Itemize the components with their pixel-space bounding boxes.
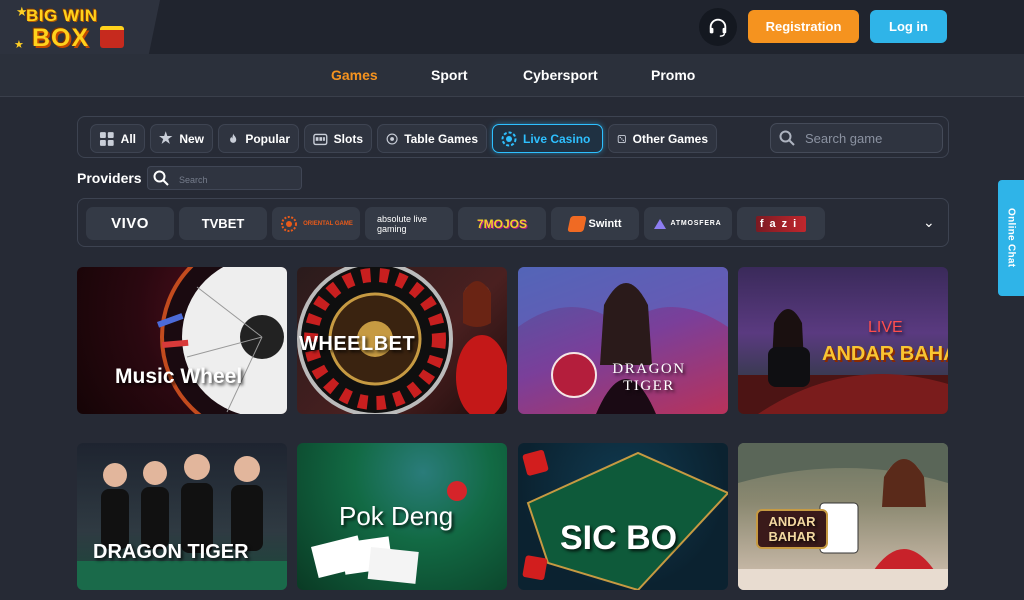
star-icon: ★: [159, 129, 173, 147]
gift-box-icon: [100, 26, 124, 48]
provider-tvbet-logo: TVBET: [201, 216, 245, 231]
swintt-logo-icon: [566, 215, 587, 232]
search-icon: [779, 130, 795, 146]
provider-fazi[interactable]: fazi: [737, 207, 825, 240]
star-icon: ★: [14, 39, 24, 51]
headset-icon: [709, 18, 727, 37]
online-chat-tab[interactable]: Online Chat: [998, 180, 1024, 296]
music-wheel-art: [157, 267, 287, 414]
game-tile-pok-deng[interactable]: Pok Deng: [297, 443, 507, 590]
category-label: Table Games: [404, 131, 478, 146]
site-logo[interactable]: ★ ★ BIG WIN BOX: [14, 4, 130, 56]
nav-sport[interactable]: Sport: [431, 67, 468, 83]
game-tile-wheelbet[interactable]: WHEELBET: [297, 267, 507, 414]
dragon-tiger-dealers-art: [77, 454, 287, 590]
category-table-games[interactable]: Table Games: [377, 124, 487, 153]
game-tile-music-wheel[interactable]: Music Wheel: [77, 267, 287, 414]
game-tile-dragon-tiger-2[interactable]: DRAGON TIGER: [77, 443, 287, 590]
search-game-input[interactable]: [805, 130, 925, 146]
category-label: Slots: [333, 131, 363, 146]
provider-fazi-logo: fazi: [755, 215, 807, 232]
provider-swintt-logo: Swintt: [588, 217, 622, 230]
game-title: ANDAR BAHAR: [822, 343, 948, 365]
game-title: Pok Deng: [339, 501, 454, 531]
game-title: ANDAR BAHAR: [756, 509, 828, 549]
category-label: Other Games: [632, 131, 708, 146]
atmosfera-logo-icon: [654, 218, 667, 229]
category-label: Popular: [245, 131, 290, 146]
live-chip-icon: [501, 131, 517, 146]
category-popular[interactable]: Popular: [218, 124, 299, 153]
game-tile-andar-bahar-live[interactable]: LIVE ANDAR BAHAR: [738, 267, 948, 414]
game-tile-andar-bahar-2[interactable]: ANDAR BAHAR: [738, 443, 948, 590]
provider-search-box[interactable]: [147, 166, 302, 190]
flame-icon: [230, 133, 237, 143]
provider-vivo-logo: VIVO: [111, 215, 149, 232]
category-all[interactable]: All: [90, 124, 145, 153]
main-nav: Games Sport Cybersport Promo: [0, 54, 1024, 97]
provider-alg-logo: absolute live gaming: [377, 213, 428, 234]
provider-7mojos[interactable]: 7MOJOS: [458, 207, 546, 240]
provider-search-input[interactable]: [179, 170, 299, 186]
dice-icon: [617, 134, 626, 143]
online-chat-label: Online Chat: [1005, 208, 1017, 268]
game-title: WHEELBET: [299, 333, 416, 355]
provider-7mojos-logo: 7MOJOS: [476, 216, 527, 231]
category-slots[interactable]: Slots: [304, 124, 372, 153]
search-game-box[interactable]: [770, 123, 943, 153]
game-title: Music Wheel: [115, 365, 243, 388]
sic-bo-table-art: [522, 449, 728, 590]
support-button[interactable]: [699, 8, 737, 46]
provider-absolute-live-gaming[interactable]: absolute live gaming: [365, 207, 453, 240]
category-other-games[interactable]: Other Games: [608, 124, 717, 153]
oriental-game-logo-icon: [281, 215, 298, 232]
provider-atmosfera-logo: ATMOSFERA: [670, 220, 722, 227]
nav-games[interactable]: Games: [331, 67, 378, 83]
game-tile-sic-bo[interactable]: SIC BO: [518, 443, 728, 590]
provider-swintt[interactable]: Swintt: [551, 207, 639, 240]
category-label: Live Casino: [523, 131, 591, 146]
provider-tvbet[interactable]: TVBET: [179, 207, 267, 240]
category-label: All: [120, 131, 136, 146]
live-badge: LIVE: [868, 319, 903, 336]
provider-oriental-game[interactable]: ORIENTAL GAME: [272, 207, 360, 240]
category-bar: All ★ New Popular Slots Table Games Live…: [77, 116, 949, 158]
game-tile-dragon-tiger-1[interactable]: DRAGON TIGER: [518, 267, 728, 414]
provider-atmosfera[interactable]: ATMOSFERA: [644, 207, 732, 240]
category-new[interactable]: ★ New: [150, 124, 213, 153]
providers-bar: VIVO TVBET ORIENTAL GAME absolute live g…: [77, 198, 949, 247]
category-live-casino[interactable]: Live Casino: [492, 124, 603, 153]
game-title: DRAGON TIGER: [612, 361, 686, 394]
category-label: New: [179, 131, 204, 146]
game-title: DRAGON TIGER: [93, 541, 249, 563]
providers-label: Providers: [77, 170, 142, 186]
login-button[interactable]: Log in: [870, 10, 947, 43]
chevron-down-icon[interactable]: ⌄: [923, 214, 935, 231]
andar-bahar-table-art: [738, 309, 948, 414]
nav-promo[interactable]: Promo: [651, 67, 695, 83]
nav-cybersport[interactable]: Cybersport: [523, 67, 598, 83]
game-title: SIC BO: [560, 519, 678, 557]
provider-vivo[interactable]: VIVO: [86, 207, 174, 240]
search-icon: [153, 170, 169, 186]
logo-text-bottom: BOX: [32, 24, 90, 52]
registration-button[interactable]: Registration: [748, 10, 859, 43]
slot-machine-icon: [313, 133, 328, 145]
roulette-icon: [386, 132, 398, 145]
grid-icon: [99, 131, 114, 146]
provider-oriental-game-logo: ORIENTAL GAME: [303, 220, 353, 227]
logo-text-top: BIG WIN: [26, 6, 98, 25]
